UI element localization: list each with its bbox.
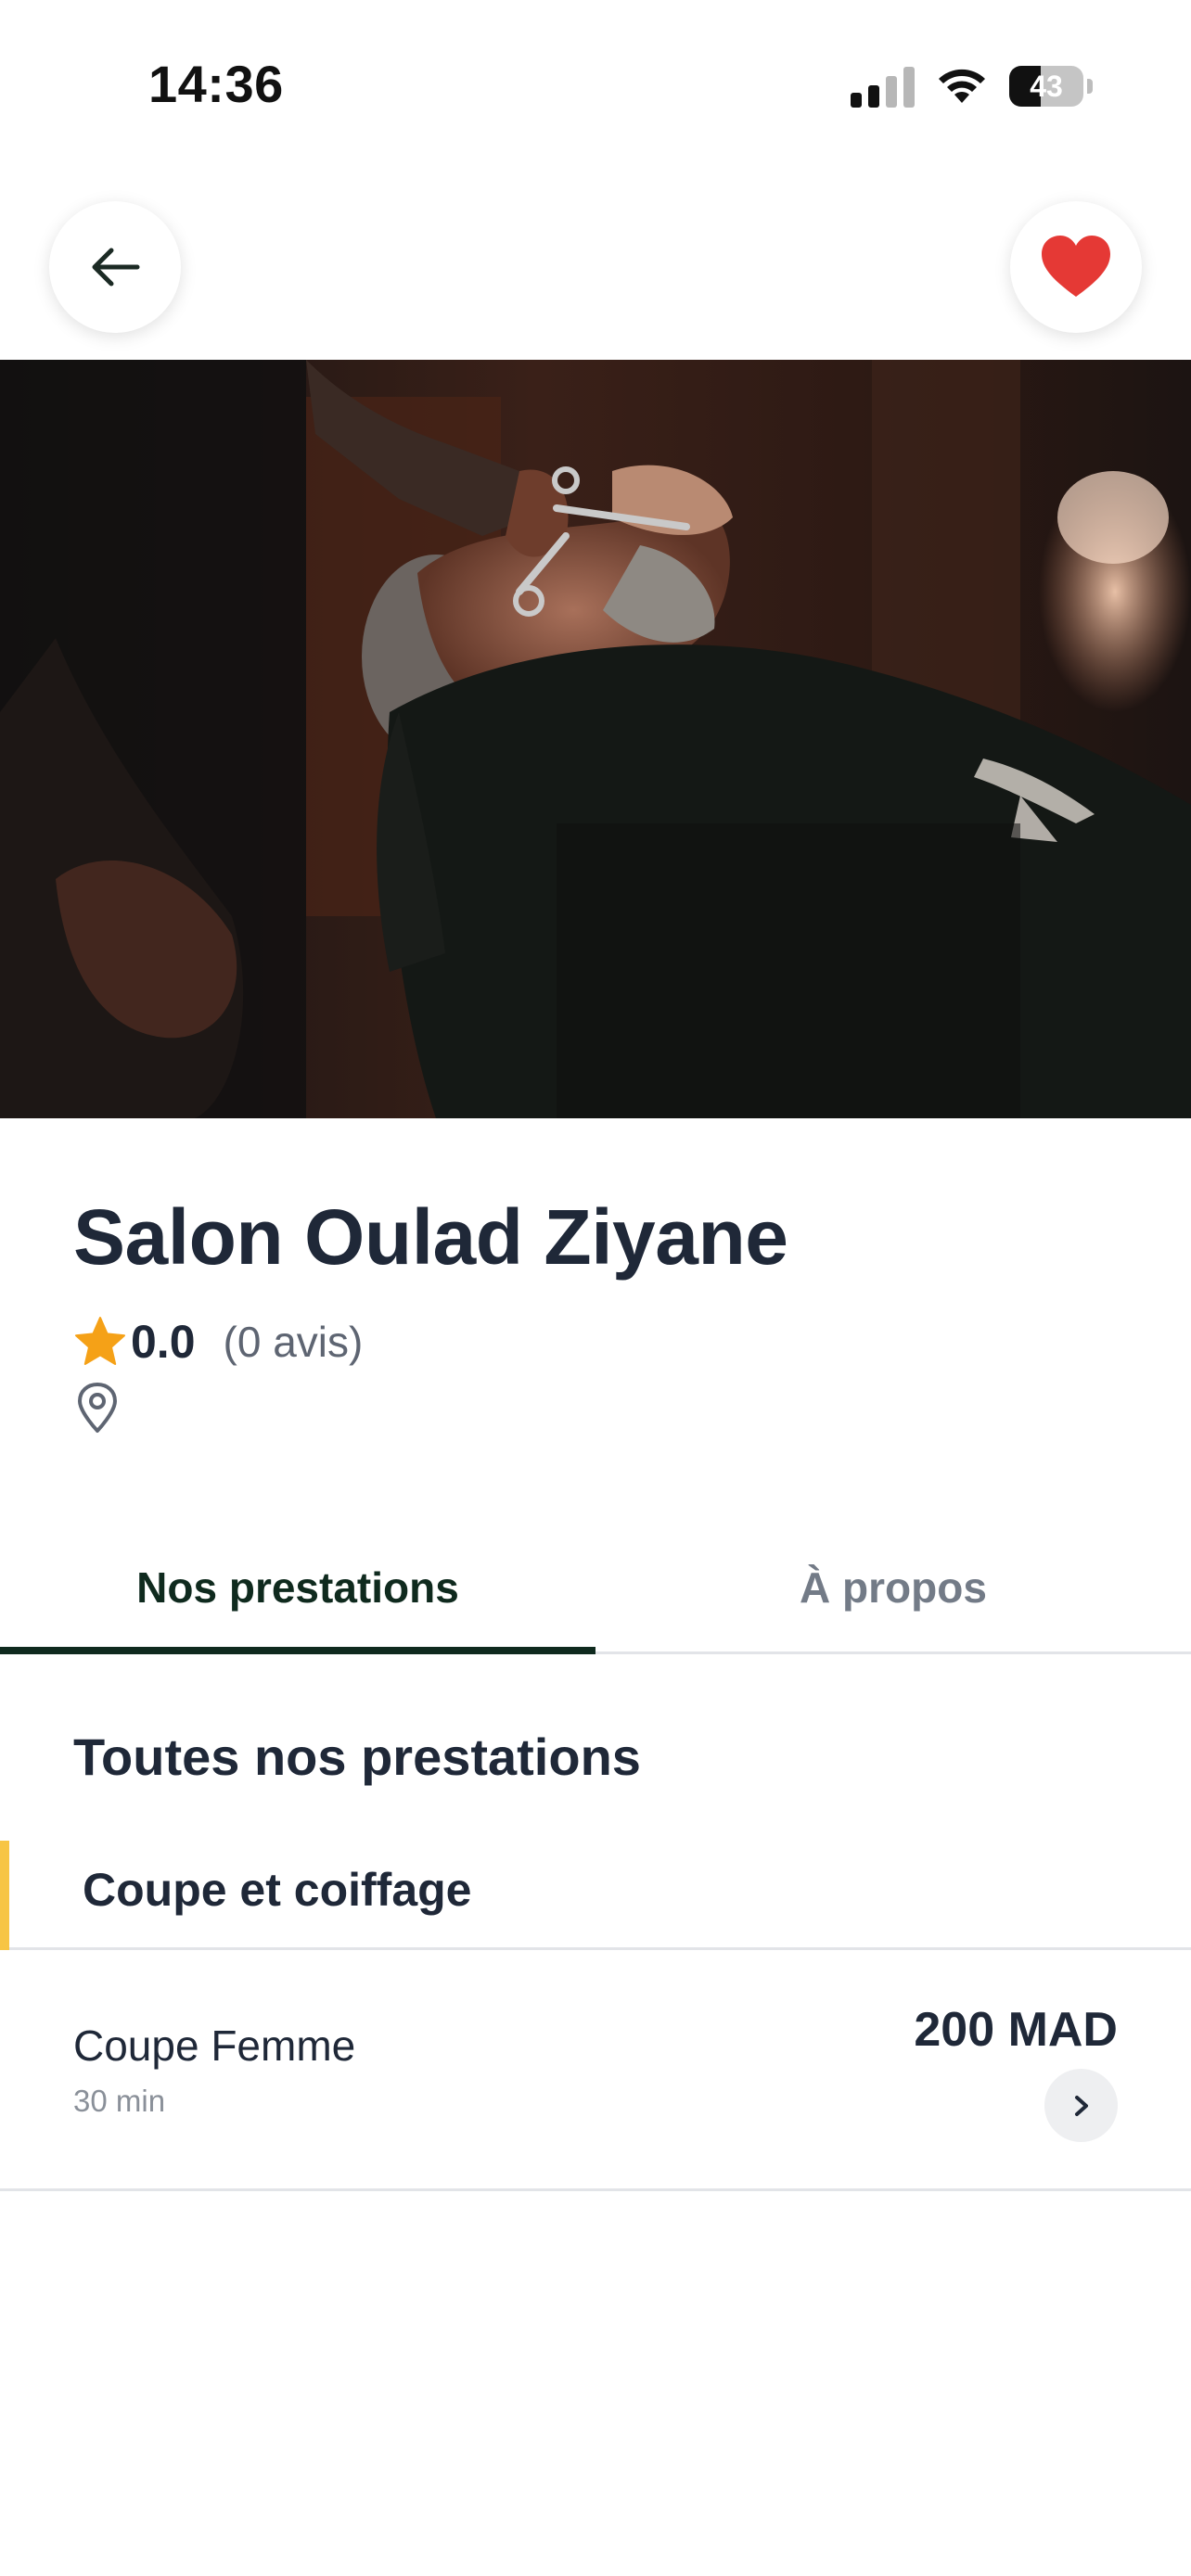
rating-row: 0.0 (0 avis)	[73, 1312, 363, 1371]
status-bar: 14:36 43	[0, 0, 1191, 176]
service-price: 200 MAD	[914, 2003, 1118, 2057]
status-indicators: 43	[851, 63, 1093, 109]
salon-detail-screen: 14:36 43 Salon Oulad Ziyane 0.0 (0 avis)…	[0, 0, 1191, 2576]
service-row[interactable]: Coupe Femme 30 min 200 MAD	[0, 1950, 1191, 2191]
category-label: Coupe et coiffage	[83, 1864, 472, 1916]
back-button[interactable]	[49, 201, 181, 333]
heart-icon	[1042, 236, 1110, 297]
cellular-signal-icon	[851, 65, 915, 108]
tab-services[interactable]: Nos prestations	[0, 1521, 596, 1654]
active-tab-indicator	[0, 1647, 596, 1654]
rating-value: 0.0	[131, 1316, 196, 1368]
star-icon	[75, 1317, 125, 1365]
favorite-button[interactable]	[1010, 201, 1142, 333]
status-time: 14:36	[148, 55, 284, 113]
salon-name: Salon Oulad Ziyane	[73, 1193, 788, 1281]
category-header: Coupe et coiffage	[0, 1841, 1191, 1950]
hero-image	[0, 360, 1191, 1118]
barber-photo	[0, 360, 1191, 1118]
wifi-icon	[939, 69, 985, 103]
map-pin-icon[interactable]	[75, 1382, 120, 1434]
battery-cap	[1087, 79, 1093, 94]
battery-icon: 43	[1009, 66, 1083, 107]
tab-bar: Nos prestations À propos	[0, 1521, 1191, 1654]
service-name: Coupe Femme	[73, 2021, 356, 2070]
tab-about[interactable]: À propos	[596, 1521, 1191, 1654]
service-select-button[interactable]	[1044, 2069, 1118, 2142]
service-duration: 30 min	[73, 2084, 166, 2118]
arrow-left-icon	[92, 248, 140, 287]
category-accent-bar	[0, 1841, 9, 1950]
chevron-right-icon	[1074, 2095, 1088, 2116]
review-count[interactable]: (0 avis)	[224, 1317, 364, 1367]
battery-level: 43	[1030, 69, 1063, 103]
services-section-title: Toutes nos prestations	[73, 1728, 641, 1786]
